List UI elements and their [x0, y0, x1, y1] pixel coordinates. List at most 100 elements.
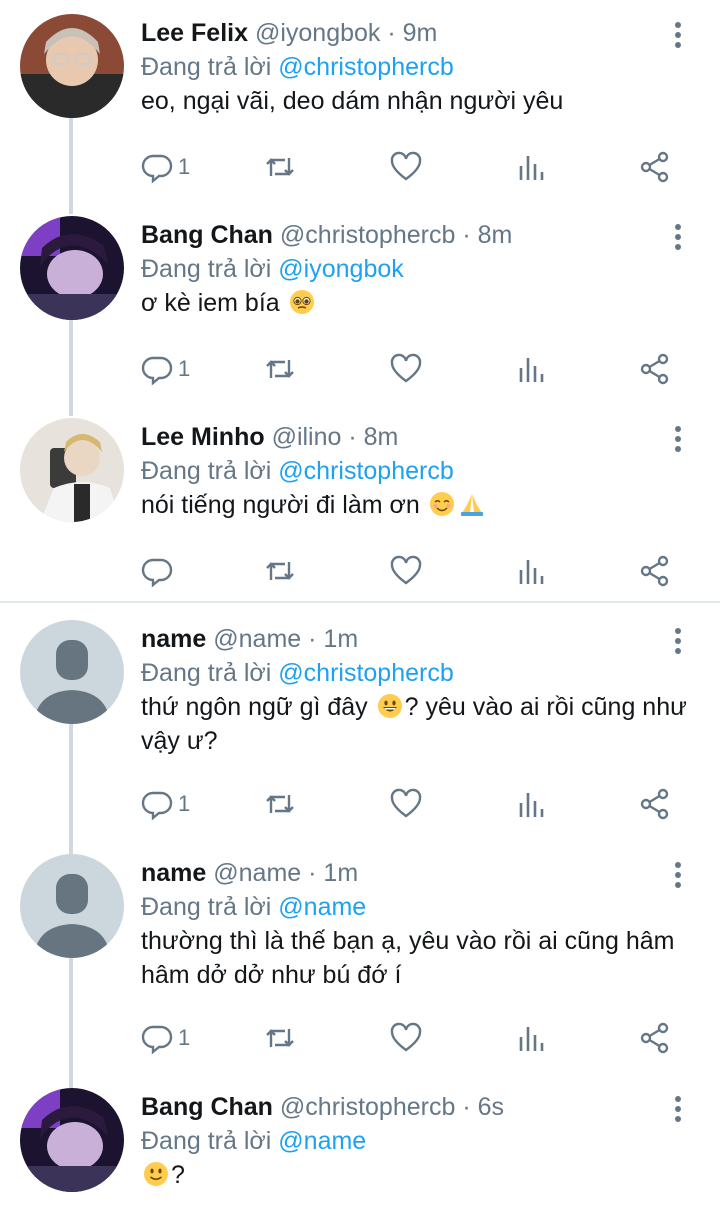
action-bar: [0, 551, 720, 591]
user-handle[interactable]: @name: [213, 859, 301, 887]
user-handle[interactable]: @name: [213, 625, 301, 653]
share-icon: [640, 788, 669, 820]
analytics-button[interactable]: [515, 349, 549, 389]
like-button[interactable]: [389, 784, 423, 824]
more-vertical-icon[interactable]: [668, 426, 688, 456]
tweet-text: thường thì là thế bạn ạ, yêu vào rồi ai …: [141, 927, 675, 989]
timestamp[interactable]: 8m: [364, 423, 399, 451]
timestamp[interactable]: 9m: [403, 19, 438, 47]
reply-prefix: Đang trả lời: [141, 53, 272, 81]
mention-link[interactable]: @name: [278, 893, 366, 921]
analytics-button[interactable]: [515, 551, 549, 591]
retweet-icon: [266, 360, 294, 378]
share-button[interactable]: [638, 551, 672, 591]
reply-button[interactable]: 1: [140, 784, 190, 824]
mention-link[interactable]: @christophercb: [278, 659, 453, 687]
retweet-button[interactable]: [263, 551, 297, 591]
retweet-button[interactable]: [263, 784, 297, 824]
heart-icon: [390, 1022, 422, 1052]
analytics-button[interactable]: [515, 1018, 549, 1058]
user-handle[interactable]: @iyongbok: [255, 19, 380, 47]
replying-to: Đang trả lời @iyongbok: [141, 252, 404, 286]
tweet-text: eo, ngại vãi, deo dám nhận người yêu: [141, 87, 564, 115]
default-avatar-icon[interactable]: [20, 854, 124, 958]
like-button[interactable]: [389, 147, 423, 187]
tweet[interactable]: name @name · 1m Đang trả lời @christophe…: [0, 608, 720, 840]
heart-icon: [390, 555, 422, 585]
reply-icon: [141, 558, 173, 588]
avatar[interactable]: [20, 1088, 124, 1192]
share-button[interactable]: [638, 349, 672, 389]
tweet[interactable]: Lee Minho @ilino · 8m Đang trả lời @chri…: [0, 406, 720, 600]
display-name[interactable]: Bang Chan: [141, 221, 273, 249]
analytics-button[interactable]: [515, 784, 549, 824]
analytics-icon: [519, 560, 544, 584]
tweet-header: name @name · 1m: [141, 622, 358, 656]
more-vertical-icon[interactable]: [668, 862, 688, 892]
analytics-icon: [519, 793, 544, 817]
smiling-face-emoji-icon: [429, 492, 454, 516]
tweet-header: Bang Chan @christophercb · 6s: [141, 1090, 504, 1124]
tweet[interactable]: name @name · 1m Đang trả lời @name thườn…: [0, 842, 720, 1074]
tweet-header: name @name · 1m: [141, 856, 358, 890]
user-handle[interactable]: @christophercb: [280, 1093, 455, 1121]
more-vertical-icon[interactable]: [668, 628, 688, 658]
display-name[interactable]: Lee Felix: [141, 19, 248, 47]
share-button[interactable]: [638, 1018, 672, 1058]
tweet-header: Lee Minho @ilino · 8m: [141, 420, 398, 454]
mention-link[interactable]: @christophercb: [278, 53, 453, 81]
share-button[interactable]: [638, 147, 672, 187]
reply-button[interactable]: 1: [140, 147, 190, 187]
retweet-icon: [266, 1029, 294, 1047]
more-vertical-icon[interactable]: [668, 224, 688, 254]
timestamp[interactable]: 1m: [323, 859, 358, 887]
reply-icon: [141, 1025, 173, 1055]
timestamp[interactable]: 8m: [478, 221, 513, 249]
timestamp[interactable]: 6s: [478, 1093, 504, 1121]
share-icon: [640, 1022, 669, 1054]
retweet-button[interactable]: [263, 147, 297, 187]
avatar[interactable]: [20, 14, 124, 118]
reply-count: 1: [178, 1025, 191, 1050]
reply-button[interactable]: [140, 551, 174, 591]
like-button[interactable]: [389, 1018, 423, 1058]
default-avatar-icon[interactable]: [20, 620, 124, 724]
share-button[interactable]: [638, 784, 672, 824]
tweet[interactable]: Bang Chan @christophercb · 8m Đang trả l…: [0, 204, 720, 402]
display-name[interactable]: Lee Minho: [141, 423, 265, 451]
avatar[interactable]: [20, 216, 124, 320]
user-handle[interactable]: @ilino: [272, 423, 342, 451]
more-vertical-icon[interactable]: [668, 22, 688, 52]
retweet-button[interactable]: [263, 1018, 297, 1058]
display-name[interactable]: name: [141, 859, 206, 887]
mention-link[interactable]: @name: [278, 1127, 366, 1155]
reply-icon: [141, 791, 173, 821]
action-bar: 1: [0, 147, 720, 187]
separator-dot: ·: [308, 859, 317, 887]
tweet-header: Bang Chan @christophercb · 8m: [141, 218, 512, 252]
folded-hands-emoji-icon: [460, 494, 483, 516]
display-name[interactable]: name: [141, 625, 206, 653]
tweet[interactable]: Lee Felix @iyongbok · 9m Đang trả lời @c…: [0, 2, 720, 200]
timestamp[interactable]: 1m: [323, 625, 358, 653]
retweet-icon: [266, 795, 294, 813]
analytics-button[interactable]: [515, 147, 549, 187]
action-bar: 1: [0, 349, 720, 389]
avatar[interactable]: [20, 418, 124, 522]
share-icon: [640, 151, 669, 183]
user-handle[interactable]: @christophercb: [280, 221, 455, 249]
tweet[interactable]: Bang Chan @christophercb · 6s Đang trả l…: [0, 1076, 720, 1219]
display-name[interactable]: Bang Chan: [141, 1093, 273, 1121]
heart-icon: [390, 353, 422, 383]
pleading-face-emoji-icon: [289, 290, 314, 314]
mention-link[interactable]: @iyongbok: [278, 255, 403, 283]
like-button[interactable]: [389, 349, 423, 389]
reply-button[interactable]: 1: [140, 349, 190, 389]
retweet-button[interactable]: [263, 349, 297, 389]
reply-button[interactable]: 1: [140, 1018, 190, 1058]
reply-icon: [141, 356, 173, 386]
separator-dot: ·: [462, 221, 471, 249]
like-button[interactable]: [389, 551, 423, 591]
more-vertical-icon[interactable]: [668, 1096, 688, 1126]
mention-link[interactable]: @christophercb: [278, 457, 453, 485]
